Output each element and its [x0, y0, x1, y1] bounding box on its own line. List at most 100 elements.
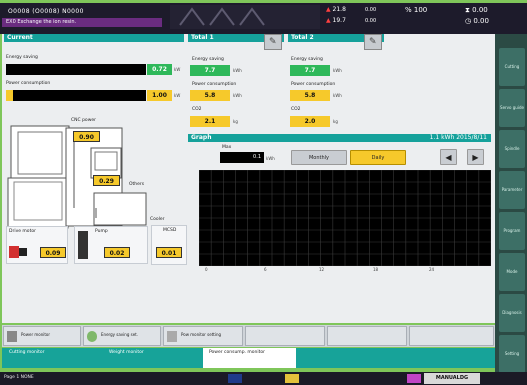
clock-icon: ◷	[465, 17, 472, 25]
next-button[interactable]: ▶	[467, 149, 484, 165]
pump-value: 0.02	[104, 247, 130, 258]
others-value: 0.29	[93, 175, 120, 186]
monthly-button[interactable]: Monthly	[291, 150, 347, 165]
softkey-4[interactable]: Parameter	[499, 171, 525, 209]
total1-energy-saving-value: 7.7	[190, 65, 230, 76]
total1-power-consumption-unit: kWh	[233, 93, 242, 98]
tab-empty-1[interactable]	[245, 326, 325, 346]
tab-energy-saving-label: Energy saving set.	[101, 332, 139, 337]
chevron-left-icon: ◀	[445, 153, 452, 162]
softkey-8[interactable]: Setting	[499, 335, 525, 373]
graph-max-label: Max	[222, 145, 232, 150]
status-value-b: ▲ 19.7	[326, 17, 346, 24]
total2-co2-label: CO2	[291, 107, 301, 112]
total1-energy-saving-label: Energy saving	[192, 57, 224, 62]
memo-icon	[285, 374, 299, 383]
x-tick-3: 18	[373, 267, 379, 272]
cnc-power-value: 0.90	[73, 131, 100, 142]
alarm-message[interactable]: EX0 Exchange the ion resin.	[2, 18, 162, 27]
total2-energy-saving-label: Energy saving	[291, 57, 323, 62]
motor-icon	[9, 246, 19, 258]
tab-weight-monitor[interactable]: Weight monitor	[103, 348, 198, 368]
drive-motor-value: 0.09	[40, 247, 66, 258]
tab-energy-saving-set[interactable]: Energy saving set.	[83, 326, 161, 346]
cooler-value: 0.01	[156, 247, 182, 258]
pencil-icon: ✎	[269, 37, 277, 47]
total2-power-consumption-value: 5.8	[290, 90, 330, 101]
tab-empty-2[interactable]	[327, 326, 407, 346]
x-tick-1: 6	[264, 267, 267, 272]
chevron-right-icon: ▶	[472, 153, 479, 162]
softkey-5[interactable]: Program	[499, 212, 525, 250]
list-icon	[167, 331, 177, 342]
total1-energy-saving-unit: kWh	[233, 68, 242, 73]
status-left: Page 1 NONE	[4, 375, 34, 380]
total2-energy-saving-value: 7.7	[290, 65, 330, 76]
prev-button[interactable]: ◀	[440, 149, 457, 165]
graph-max-value: 0.1	[220, 152, 264, 163]
graph-header: Graph 1.1 kWh 2015/8/11	[188, 134, 491, 142]
total2-co2-unit: kg	[333, 119, 338, 124]
current-energy-saving-unit: kW	[174, 67, 181, 72]
total1-co2-value: 2.1	[190, 116, 230, 127]
tab-power-monitor-label: Power monitor	[21, 332, 51, 337]
hourglass-icon: ⧗	[465, 6, 470, 14]
energy-chart	[199, 170, 491, 266]
current-energy-saving-value: 0.72	[147, 64, 172, 75]
graph-max-unit: kWh	[266, 156, 275, 161]
daily-button[interactable]: Daily	[350, 150, 406, 165]
tab-pow-monitor-setting[interactable]: Pow monitor setting	[163, 326, 243, 346]
status-value-g: ◷ 0.00	[465, 17, 489, 25]
total2-power-consumption-label: Power consumption	[291, 82, 336, 87]
tab-power-monitor[interactable]: Power monitor	[3, 326, 81, 346]
softkey-2[interactable]: Servo guide	[499, 89, 525, 127]
total1-co2-label: CO2	[192, 107, 202, 112]
softkey-1[interactable]: Cutting	[499, 48, 525, 86]
status-value-a: ▲ 21.8	[326, 6, 346, 13]
status-value-c: 0.00	[365, 7, 377, 13]
flag-icon	[228, 374, 242, 383]
total2-co2-value: 2.0	[290, 116, 330, 127]
x-tick-2: 12	[319, 267, 325, 272]
cooler-sub-label: MCSD	[163, 228, 177, 233]
brand-logo: MANUALDG	[424, 373, 480, 384]
status-value-d: 0.00	[365, 18, 377, 24]
motor-shaft-icon	[19, 248, 27, 256]
help-icon[interactable]	[407, 374, 421, 383]
status-value-f: ⧗ 0.00	[465, 6, 488, 14]
total1-edit-button[interactable]: ✎	[264, 34, 282, 50]
total1-power-consumption-label: Power consumption	[192, 82, 237, 87]
x-tick-0: 0	[205, 267, 208, 272]
axis-status-graphic	[170, 5, 320, 29]
others-label: Others	[129, 182, 145, 187]
current-header: Current	[4, 34, 184, 42]
program-number: O0008 (O0008) N0000	[8, 8, 84, 15]
tab-empty-3[interactable]	[409, 326, 494, 346]
leaf-icon	[87, 331, 97, 342]
pump-icon	[78, 231, 88, 259]
total1-co2-unit: kg	[233, 119, 238, 124]
softkey-3[interactable]: Spindle	[499, 130, 525, 168]
feedrate-override: % 100	[405, 6, 428, 14]
cooler-label: Cooler	[150, 217, 165, 222]
softkey-6[interactable]: Mode	[499, 253, 525, 291]
top-accent-strip	[0, 0, 527, 3]
tab-pow-monitor-setting-label: Pow monitor setting	[181, 332, 222, 337]
x-tick-4: 24	[429, 267, 435, 272]
power-consumption-bar	[13, 90, 146, 101]
graph-title: Graph	[191, 134, 212, 141]
total2-power-consumption-unit: kWh	[333, 93, 342, 98]
power-consumption-bar-fill	[6, 90, 13, 101]
current-power-consumption-label: Power consumption	[6, 81, 51, 86]
total2-edit-button[interactable]: ✎	[364, 34, 382, 50]
chart-x-axis: 0 6 12 18 24	[199, 267, 491, 277]
pencil-icon: ✎	[369, 37, 377, 47]
drive-motor-label: Drive motor	[9, 229, 36, 234]
softkey-7[interactable]: Diagnosis	[499, 294, 525, 332]
tab-cutting-monitor[interactable]: Cutting monitor	[3, 348, 98, 368]
energy-saving-bar	[6, 64, 146, 75]
tab-power-consumption-monitor[interactable]: Power consump. monitor	[203, 348, 296, 368]
current-energy-saving-label: Energy saving	[6, 55, 38, 60]
monitor-icon	[7, 331, 17, 342]
pump-label: Pump	[95, 229, 108, 234]
